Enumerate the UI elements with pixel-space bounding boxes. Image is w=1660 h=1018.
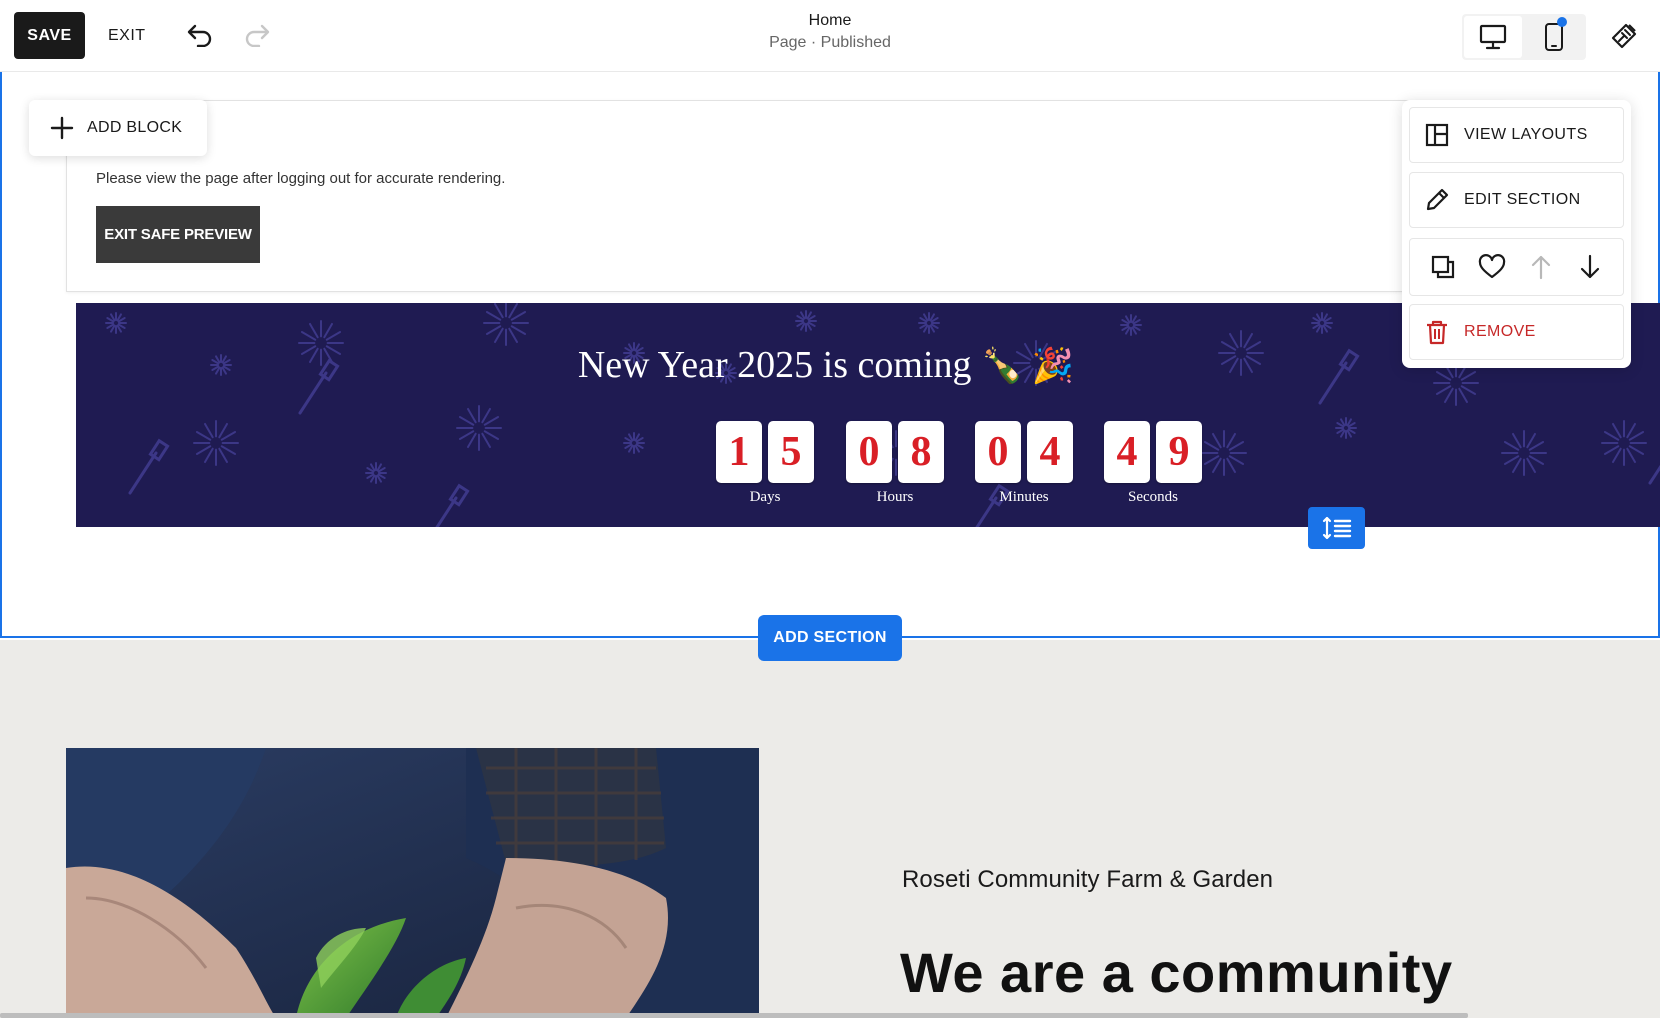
farm-photo [66,748,759,1018]
add-section-button[interactable]: ADD SECTION [758,615,902,661]
remove-section-button[interactable]: REMOVE [1409,304,1624,360]
horizontal-scrollbar[interactable] [0,1013,1468,1018]
notice-text: Please view the page after logging out f… [96,170,506,187]
section-actions-row [1409,238,1624,296]
mobile-notification-dot [1557,17,1567,27]
section-menu: VIEW LAYOUTS EDIT SECTION REMOVE [1402,100,1631,368]
duplicate-icon[interactable] [1423,247,1463,287]
edit-section-label: EDIT SECTION [1464,191,1581,208]
exit-safe-preview-button[interactable]: EXIT SAFE PREVIEW [96,206,260,263]
remove-label: REMOVE [1464,323,1536,340]
countdown-digit: 4 [1104,421,1150,483]
countdown-unit-label: Hours [876,489,914,505]
countdown-digit: 0 [975,421,1021,483]
view-layouts-label: VIEW LAYOUTS [1464,126,1588,143]
celebration-emoji: 🍾 🎉 [981,348,1075,385]
spacing-icon [1322,516,1351,540]
countdown-unit-label: Days [749,489,781,505]
save-favorite-icon[interactable] [1472,247,1512,287]
desktop-icon[interactable] [1464,16,1522,58]
countdown-title-text: New Year 2025 is coming [577,344,972,386]
move-down-icon[interactable] [1570,247,1610,287]
trash-icon [1424,319,1450,345]
plus-icon [49,115,75,141]
countdown-digit: 8 [898,421,944,483]
countdown-digit: 1 [716,421,762,483]
farm-name: Roseti Community Farm & Garden [902,866,1274,893]
view-layouts-button[interactable]: VIEW LAYOUTS [1409,107,1624,163]
add-block-button[interactable]: ADD BLOCK [29,100,207,156]
countdown-digit: 0 [846,421,892,483]
layout-icon [1424,122,1450,148]
safe-preview-notice [66,100,1506,292]
countdown-digit: 5 [768,421,814,483]
headline: We are a community [900,941,1453,1004]
section-spacing-handle[interactable] [1308,507,1365,549]
device-toggle [1462,14,1586,60]
edit-section-button[interactable]: EDIT SECTION [1409,172,1624,228]
page-status: Page · Published [769,34,891,51]
countdown-digit: 9 [1156,421,1202,483]
editor-toolbar: SAVE EXIT Home Page · Published [0,0,1660,72]
site-styles-icon[interactable] [1604,16,1644,56]
countdown-unit-label: Minutes [999,489,1049,505]
move-up-icon[interactable] [1521,247,1561,287]
mobile-icon[interactable] [1524,14,1584,60]
add-block-label: ADD BLOCK [87,119,183,136]
page-title: Home [808,12,852,29]
countdown-digit: 4 [1027,421,1073,483]
countdown-unit-label: Seconds [1128,489,1178,505]
pencil-icon [1424,187,1450,213]
